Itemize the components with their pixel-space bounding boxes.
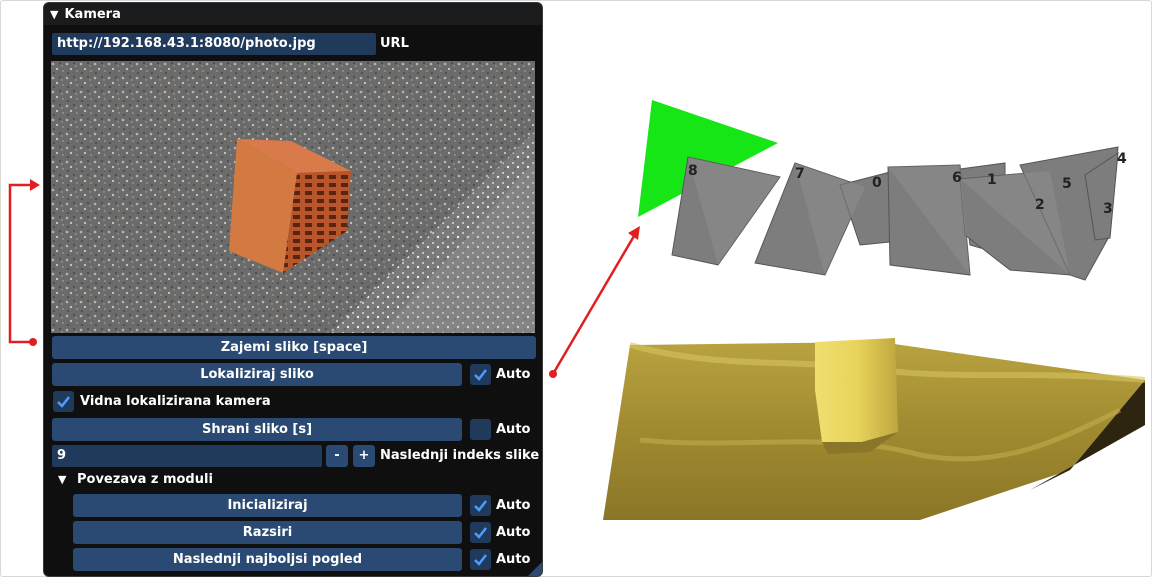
localize-auto-checkbox[interactable] (470, 364, 491, 385)
url-input[interactable]: http://192.168.43.1:8080/photo.jpg (52, 33, 376, 55)
save-auto-label: Auto (496, 422, 531, 437)
initialize-auto-label: Auto (496, 498, 531, 513)
localize-auto-label: Auto (496, 367, 531, 382)
reconstruction-mesh-view (603, 338, 1145, 520)
camera-label-3: 3 (1103, 201, 1113, 217)
collapse-triangle-icon: ▼ (58, 473, 67, 486)
window-resize-grip[interactable] (528, 562, 542, 576)
extend-button[interactable]: Razsiri (73, 521, 462, 544)
camera-label-8: 8 (688, 163, 698, 179)
modules-header-label: Povezava z moduli (77, 472, 213, 487)
image-index-input[interactable]: 9 (52, 445, 322, 467)
collapse-triangle-icon[interactable]: ▼ (50, 8, 58, 21)
extend-auto-label: Auto (496, 525, 531, 540)
camera-preview-image (51, 61, 535, 333)
visible-camera-label: Vidna lokalizirana kamera (80, 394, 271, 409)
url-label: URL (380, 36, 409, 51)
extend-auto-checkbox[interactable] (470, 522, 491, 543)
checkmark-icon (474, 554, 487, 566)
camera-label-7: 7 (795, 166, 805, 182)
next-best-view-button[interactable]: Naslednji najboljsi pogled (73, 548, 462, 571)
decrement-index-button[interactable]: - (326, 445, 348, 467)
camera-label-0: 0 (872, 175, 882, 191)
kamera-window: ▼ Kamera http://192.168.43.1:8080/photo.… (43, 2, 543, 577)
checkmark-icon (57, 396, 70, 408)
camera-label-1: 1 (987, 172, 997, 188)
save-image-button[interactable]: Shrani sliko [s] (52, 418, 462, 441)
checkmark-icon (474, 500, 487, 512)
checkmark-icon (474, 369, 487, 381)
initialize-auto-checkbox[interactable] (470, 495, 491, 516)
window-title: Kamera (64, 6, 121, 22)
capture-image-button[interactable]: Zajemi sliko [space] (52, 336, 536, 359)
modules-section-header[interactable]: ▼ Povezava z moduli (58, 469, 213, 491)
next-best-view-auto-label: Auto (496, 552, 531, 567)
camera-label-5: 5 (1062, 176, 1072, 192)
camera-label-4: 4 (1117, 151, 1127, 167)
checkmark-icon (474, 527, 487, 539)
camera-poses-view: 8 7 0 6 1 5 2 4 3 (638, 100, 1127, 281)
visible-camera-checkbox[interactable] (53, 391, 74, 412)
image-index-label: Naslednji indeks slike (380, 448, 540, 463)
increment-index-button[interactable]: + (353, 445, 375, 467)
initialize-button[interactable]: Inicializiraj (73, 494, 462, 517)
camera-label-6: 6 (952, 170, 962, 186)
next-best-view-auto-checkbox[interactable] (470, 549, 491, 570)
window-titlebar[interactable]: ▼ Kamera (44, 3, 542, 25)
localize-image-button[interactable]: Lokaliziraj sliko (52, 363, 462, 386)
save-auto-checkbox[interactable] (470, 419, 491, 440)
camera-label-2: 2 (1035, 197, 1045, 213)
